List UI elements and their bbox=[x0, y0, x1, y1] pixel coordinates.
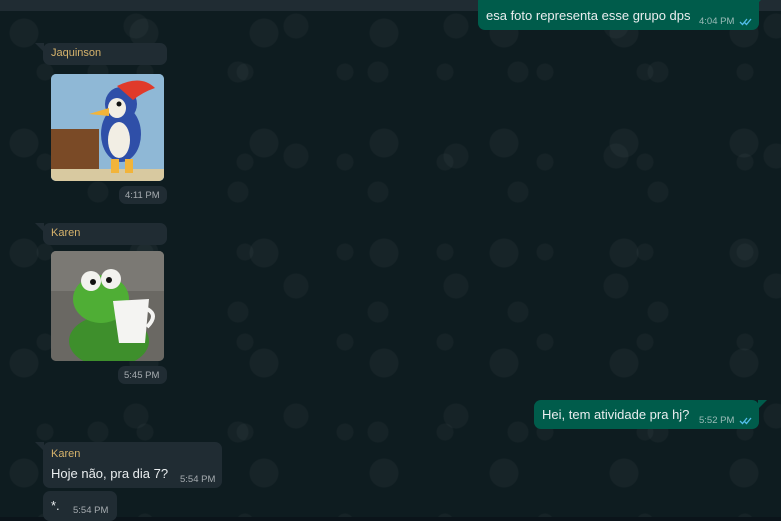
message-time: 5:54 PM bbox=[73, 505, 109, 516]
message-incoming[interactable]: Karen Hoje não, pra dia 7? 5:54 PM bbox=[35, 442, 222, 488]
sender-name[interactable]: Jaquinson bbox=[51, 47, 101, 59]
message-outgoing[interactable]: Hei, tem atividade pra hj? 5:52 PM bbox=[534, 400, 767, 429]
message-time: 5:54 PM bbox=[180, 474, 216, 485]
message-text: Hei, tem atividade pra hj? bbox=[542, 407, 690, 422]
message-incoming[interactable]: Jaquinson bbox=[35, 43, 167, 65]
time-pill: 4:11 PM bbox=[119, 186, 167, 204]
message-time: 5:52 PM bbox=[699, 415, 735, 426]
message-time: 4:04 PM bbox=[699, 16, 735, 27]
message-incoming[interactable]: Karen bbox=[35, 223, 167, 245]
woody-woodpecker-icon bbox=[51, 74, 164, 181]
sticker-image[interactable] bbox=[51, 251, 164, 361]
message-text: *. bbox=[51, 498, 60, 513]
message-time: 4:11 PM bbox=[125, 190, 160, 201]
message-text: esa foto representa esse grupo dps bbox=[486, 8, 691, 23]
double-check-read-icon bbox=[739, 18, 752, 26]
time-pill: 5:45 PM bbox=[118, 366, 167, 384]
kermit-icon bbox=[51, 251, 164, 361]
message-outgoing[interactable]: esa foto representa esse grupo dps 4:04 … bbox=[478, 0, 767, 30]
message-time: 5:45 PM bbox=[124, 370, 160, 381]
double-check-read-icon bbox=[739, 417, 752, 425]
sender-name[interactable]: Karen bbox=[51, 227, 80, 239]
message-text: Hoje não, pra dia 7? bbox=[51, 466, 169, 481]
sticker-image[interactable] bbox=[51, 74, 164, 181]
sender-name[interactable]: Karen bbox=[51, 448, 80, 460]
